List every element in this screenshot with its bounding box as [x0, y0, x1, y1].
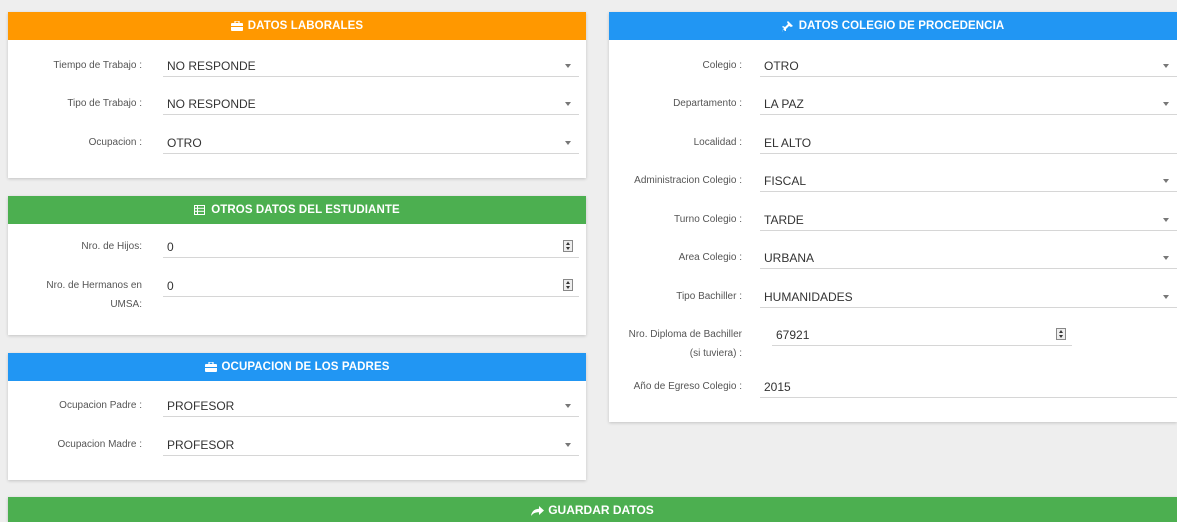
- datos-colegio-title: DATOS COLEGIO DE PROCEDENCIA: [798, 20, 1005, 32]
- diploma-value: 67921: [776, 328, 810, 342]
- tipo-trabajo-select[interactable]: NO RESPONDE: [163, 95, 579, 115]
- ocupacion-madre-value: PROFESOR: [167, 438, 235, 452]
- ocupacion-select[interactable]: OTRO: [163, 134, 579, 154]
- chevron-down-icon: [1163, 295, 1169, 299]
- turno-label: Turno Colegio :: [674, 214, 742, 225]
- colegio-label: Colegio :: [702, 60, 742, 71]
- otros-datos-header: OTROS DATOS DEL ESTUDIANTE: [8, 196, 586, 224]
- ocupacion-padres-panel: OCUPACION DE LOS PADRES Ocupacion Padre …: [8, 353, 586, 480]
- table-icon: [194, 205, 206, 215]
- number-spinner[interactable]: [563, 240, 573, 252]
- datos-colegio-header: DATOS COLEGIO DE PROCEDENCIA: [609, 12, 1177, 40]
- departamento-label: Departamento :: [673, 98, 742, 109]
- thumbtack-icon: [781, 21, 794, 32]
- tipo-bachiller-label: Tipo Bachiller :: [676, 291, 742, 302]
- colegio-select[interactable]: OTRO: [760, 57, 1177, 77]
- datos-colegio-panel: DATOS COLEGIO DE PROCEDENCIA Colegio : O…: [609, 12, 1177, 422]
- administracion-select[interactable]: FISCAL: [760, 172, 1177, 192]
- tipo-trabajo-value: NO RESPONDE: [167, 97, 256, 111]
- chevron-down-icon: [1163, 64, 1169, 68]
- nro-hijos-label: Nro. de Hijos:: [81, 241, 142, 252]
- nro-hermanos-input[interactable]: 0: [163, 277, 579, 297]
- chevron-down-icon: [565, 102, 571, 106]
- nro-hijos-value: 0: [167, 240, 174, 254]
- nro-hermanos-label-1: Nro. de Hermanos en: [46, 280, 142, 291]
- datos-laborales-panel: DATOS LABORALES Tiempo de Trabajo : NO R…: [8, 12, 586, 178]
- tipo-trabajo-label: Tipo de Trabajo :: [67, 98, 142, 109]
- ocupacion-value: OTRO: [167, 136, 202, 150]
- tiempo-trabajo-select[interactable]: NO RESPONDE: [163, 57, 579, 77]
- egreso-value: 2015: [764, 380, 791, 394]
- chevron-down-icon: [1163, 218, 1169, 222]
- departamento-select[interactable]: LA PAZ: [760, 95, 1177, 115]
- ocupacion-padres-header: OCUPACION DE LOS PADRES: [8, 353, 586, 381]
- tiempo-trabajo-label: Tiempo de Trabajo :: [53, 60, 142, 71]
- localidad-label: Localidad :: [693, 137, 742, 148]
- diploma-label-2: (si tuviera) :: [689, 348, 742, 359]
- briefcase-icon: [204, 361, 217, 372]
- localidad-input[interactable]: EL ALTO: [760, 134, 1177, 154]
- briefcase-icon: [230, 20, 243, 31]
- diploma-label-1: Nro. Diploma de Bachiller: [628, 329, 742, 340]
- chevron-down-icon: [1163, 179, 1169, 183]
- number-spinner[interactable]: [563, 279, 573, 291]
- ocupacion-madre-select[interactable]: PROFESOR: [163, 436, 579, 456]
- ocupacion-padre-value: PROFESOR: [167, 399, 235, 413]
- ocupacion-padres-title: OCUPACION DE LOS PADRES: [221, 361, 390, 373]
- number-spinner[interactable]: [1056, 328, 1066, 340]
- nro-hermanos-label-2: UMSA:: [110, 299, 142, 310]
- datos-laborales-title: DATOS LABORALES: [247, 20, 364, 32]
- tipo-bachiller-value: HUMANIDADES: [764, 290, 853, 304]
- otros-datos-title: OTROS DATOS DEL ESTUDIANTE: [211, 204, 400, 216]
- ocupacion-padre-label: Ocupacion Padre :: [59, 400, 142, 411]
- nro-hijos-input[interactable]: 0: [163, 238, 579, 258]
- turno-select[interactable]: TARDE: [760, 211, 1177, 231]
- localidad-value: EL ALTO: [764, 136, 812, 150]
- ocupacion-madre-label: Ocupacion Madre :: [57, 439, 143, 450]
- area-value: URBANA: [764, 251, 815, 265]
- colegio-value: OTRO: [764, 59, 799, 73]
- egreso-input[interactable]: 2015: [760, 378, 1177, 398]
- nro-hermanos-value: 0: [167, 279, 174, 293]
- guardar-datos-label: GUARDAR DATOS: [548, 502, 654, 517]
- diploma-input[interactable]: 67921: [772, 326, 1072, 346]
- datos-laborales-header: DATOS LABORALES: [8, 12, 586, 40]
- ocupacion-padre-select[interactable]: PROFESOR: [163, 397, 579, 417]
- chevron-down-icon: [565, 64, 571, 68]
- otros-datos-panel: OTROS DATOS DEL ESTUDIANTE Nro. de Hijos…: [8, 196, 586, 335]
- tipo-bachiller-select[interactable]: HUMANIDADES: [760, 288, 1177, 308]
- turno-value: TARDE: [764, 213, 804, 227]
- share-arrow-icon: [531, 505, 545, 516]
- administracion-value: FISCAL: [764, 174, 807, 188]
- administracion-label: Administracion Colegio :: [634, 175, 742, 186]
- tiempo-trabajo-value: NO RESPONDE: [167, 59, 256, 73]
- egreso-label: Año de Egreso Colegio :: [633, 381, 742, 392]
- departamento-value: LA PAZ: [764, 97, 804, 111]
- chevron-down-icon: [1163, 256, 1169, 260]
- chevron-down-icon: [1163, 102, 1169, 106]
- chevron-down-icon: [565, 443, 571, 447]
- chevron-down-icon: [565, 404, 571, 408]
- guardar-datos-button[interactable]: GUARDAR DATOS: [8, 497, 1177, 522]
- ocupacion-label: Ocupacion :: [88, 137, 142, 148]
- area-select[interactable]: URBANA: [760, 249, 1177, 269]
- area-label: Area Colegio :: [678, 252, 742, 263]
- chevron-down-icon: [565, 141, 571, 145]
